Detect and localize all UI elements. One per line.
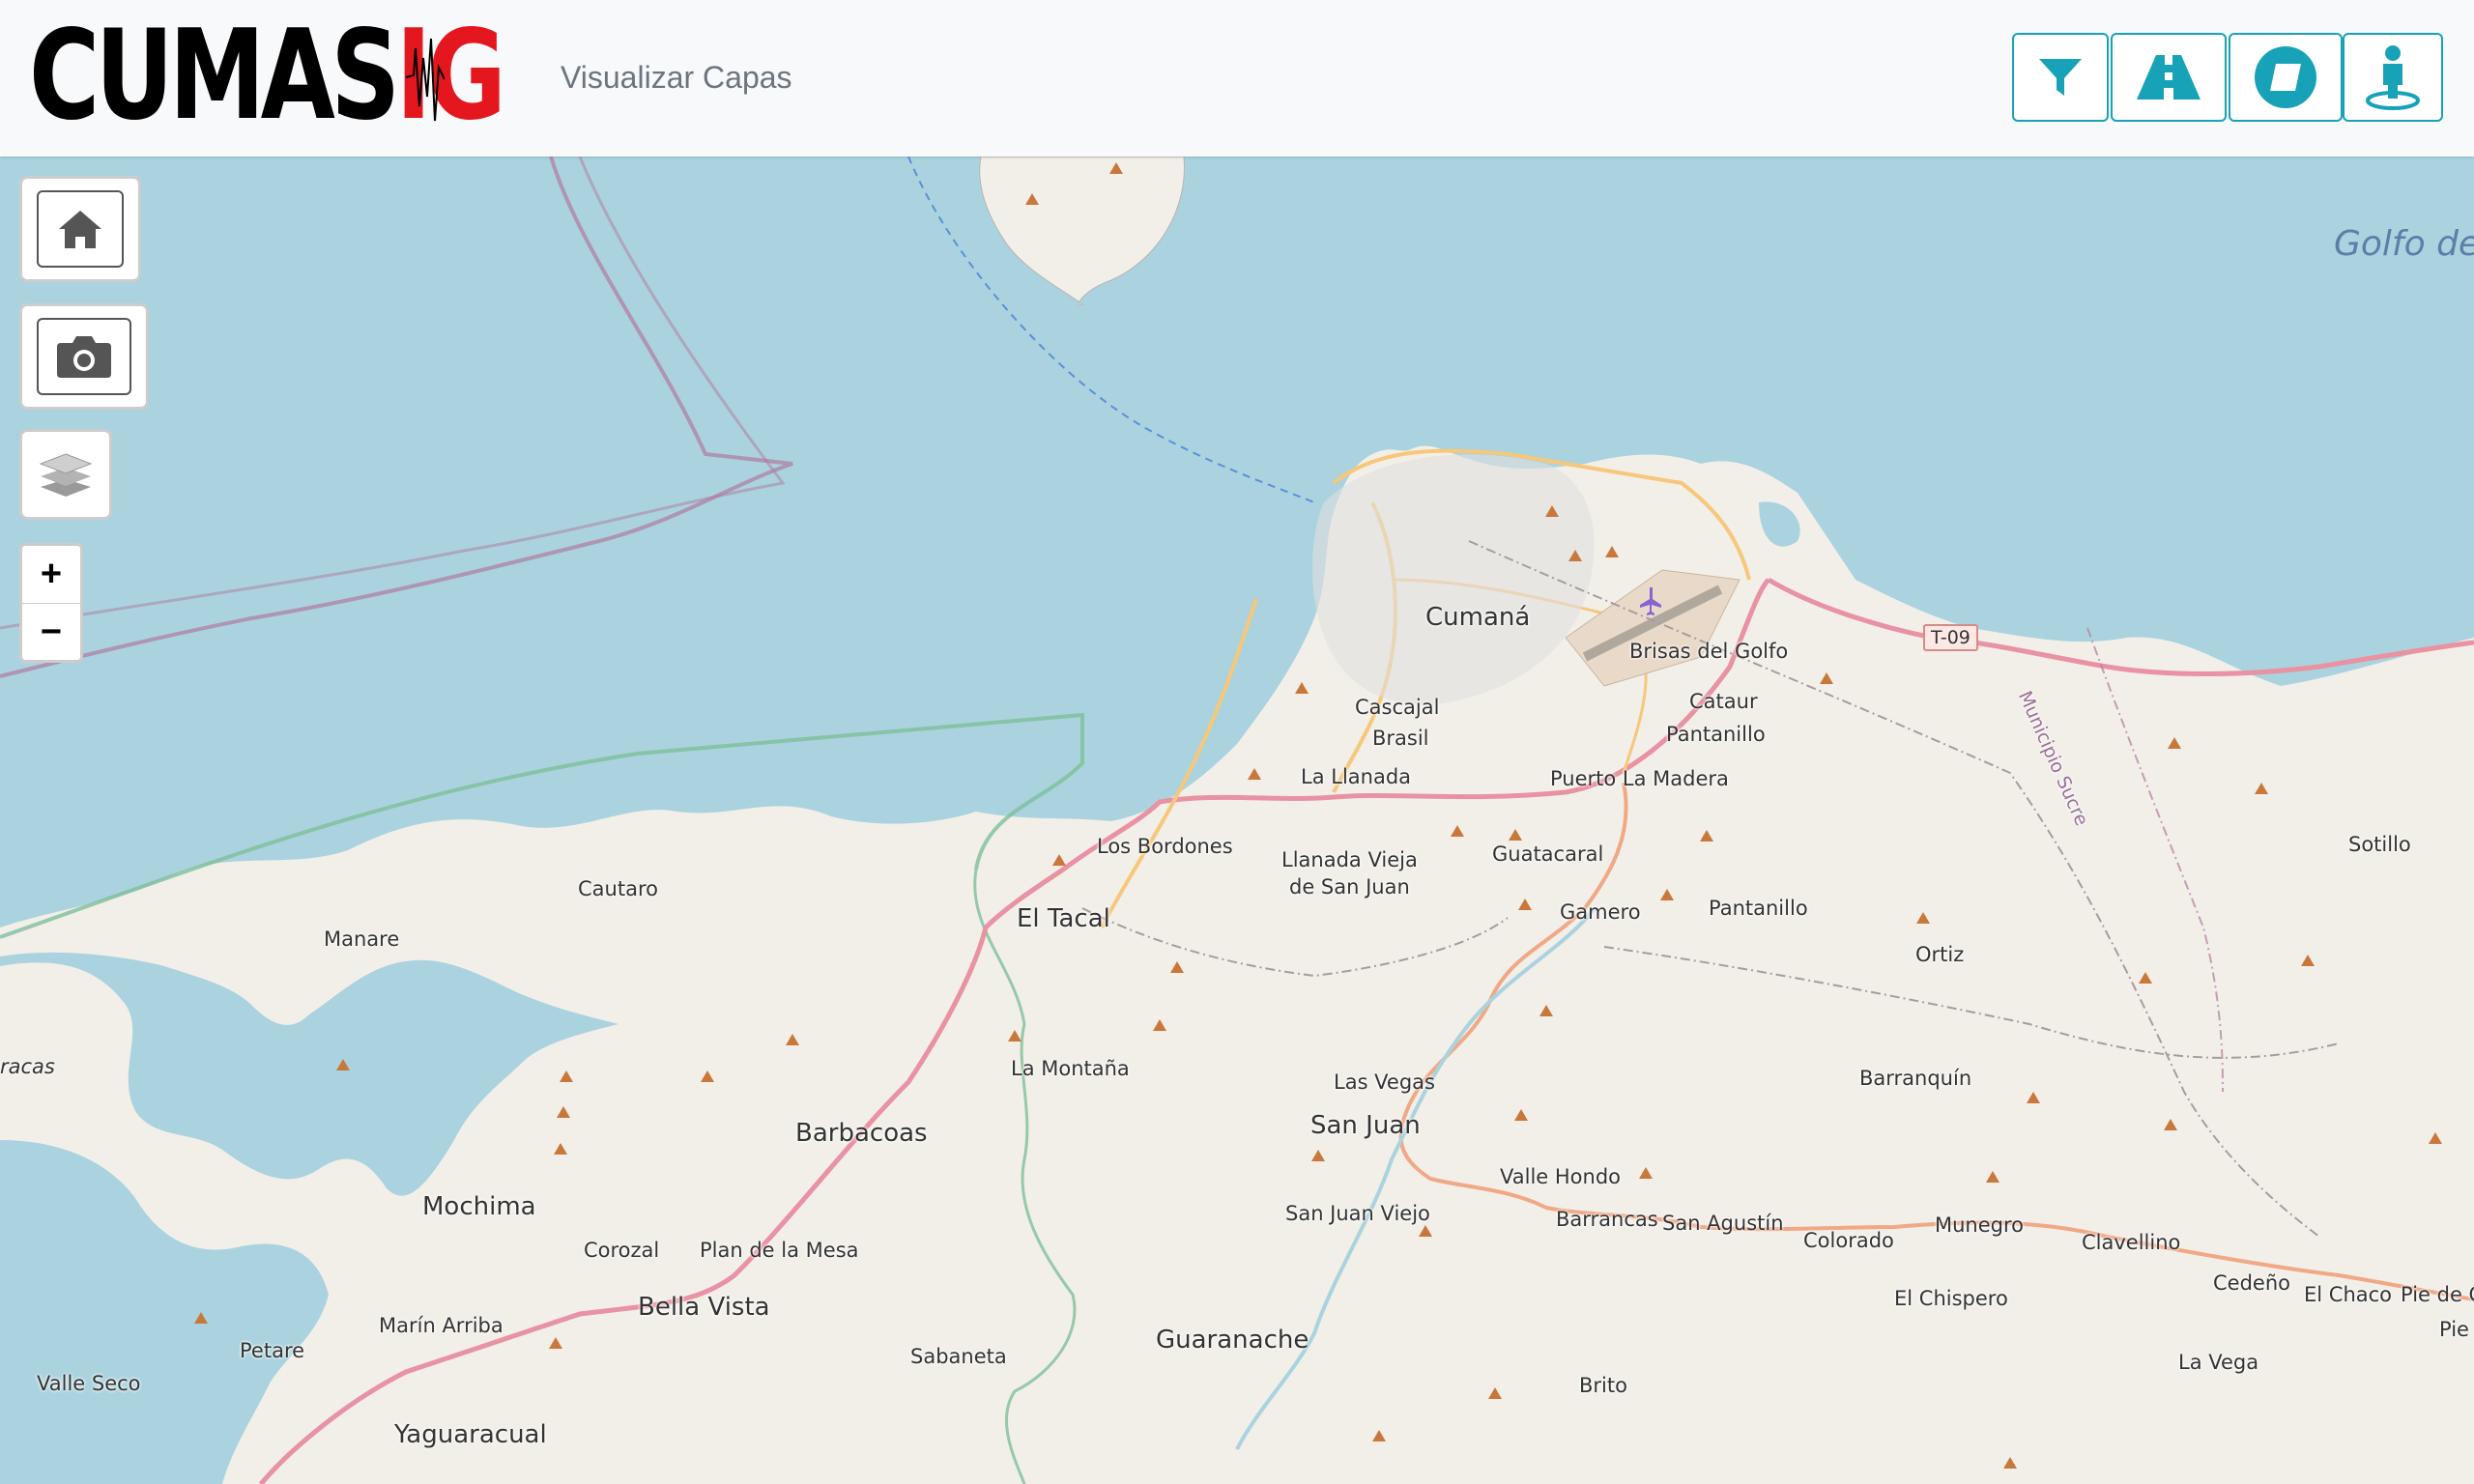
place-petare: Petare — [240, 1339, 305, 1362]
place-cautaro: Cautaro — [578, 877, 658, 900]
map-canvas[interactable] — [0, 157, 2474, 1484]
place-cedeno: Cedeño — [2213, 1271, 2290, 1295]
app-header: CUMAS IG Visualizar Capas — [0, 0, 2474, 157]
place-cataur: Cataur — [1689, 690, 1758, 713]
place-mochima: Mochima — [422, 1192, 536, 1221]
place-munegro: Munegro — [1935, 1213, 2025, 1237]
zoom-in-button[interactable]: + — [22, 546, 80, 604]
place-bella-vista: Bella Vista — [638, 1293, 770, 1322]
place-llanada-vieja-1: Llanada Vieja — [1281, 848, 1418, 871]
filter-icon — [2039, 59, 2082, 96]
place-ortiz: Ortiz — [1915, 943, 1965, 966]
sea-label: Golfo de — [2334, 224, 2474, 264]
zoom-control[interactable]: + − — [19, 543, 83, 663]
place-guaranache: Guaranache — [1156, 1326, 1309, 1355]
place-pantanillo-n: Pantanillo — [1666, 723, 1766, 746]
road-icon — [2137, 55, 2201, 100]
screenshot-button[interactable] — [37, 318, 131, 395]
place-pie-de-c: Pie de C — [2401, 1283, 2474, 1306]
place-cumana: Cumaná — [1425, 603, 1531, 632]
place-montana: La Montaña — [1011, 1057, 1130, 1080]
map-view[interactable]: Golfo de T-09 Municipio Sucre Cumaná Bri… — [0, 157, 2474, 1484]
place-bordones: Los Bordones — [1097, 835, 1233, 858]
place-colorado: Colorado — [1803, 1229, 1894, 1252]
seismograph-icon — [406, 38, 445, 122]
place-yaguaracual: Yaguaracual — [394, 1420, 547, 1449]
place-tacal: El Tacal — [1017, 904, 1110, 933]
place-las-vegas: Las Vegas — [1334, 1070, 1435, 1094]
place-chispero: El Chispero — [1894, 1287, 2008, 1310]
place-guatacaral: Guatacaral — [1492, 842, 1604, 866]
place-san-juan-viejo: San Juan Viejo — [1285, 1202, 1430, 1225]
route-shield: T-09 — [1923, 624, 1978, 651]
place-barbacoas: Barbacoas — [795, 1119, 928, 1148]
eraser-button[interactable] — [2229, 33, 2343, 122]
place-llanada: La Llanada — [1301, 765, 1412, 788]
place-san-agustin: San Agustín — [1662, 1212, 1784, 1235]
place-brisas: Brisas del Golfo — [1629, 640, 1789, 663]
eraser-icon — [2255, 46, 2316, 108]
home-control[interactable] — [19, 176, 141, 282]
place-clavellino: Clavellino — [2082, 1231, 2181, 1254]
place-cascajal: Cascajal — [1355, 696, 1440, 719]
camera-icon — [57, 336, 111, 378]
place-valle-hondo: Valle Hondo — [1500, 1165, 1621, 1188]
place-barranquin: Barranquín — [1859, 1067, 1972, 1090]
layers-control[interactable] — [19, 429, 112, 520]
place-san-juan: San Juan — [1310, 1111, 1421, 1140]
street-view-icon — [2366, 45, 2420, 110]
place-brito: Brito — [1579, 1374, 1627, 1397]
page-subtitle: Visualizar Capas — [561, 60, 792, 95]
place-el-chaco: El Chaco — [2304, 1283, 2393, 1306]
place-pie-de: Pie d — [2439, 1318, 2474, 1341]
filter-button[interactable] — [2012, 33, 2109, 122]
place-barrancas: Barrancas — [1556, 1208, 1658, 1231]
place-racas: racas — [0, 1055, 55, 1078]
street-view-button[interactable] — [2343, 33, 2443, 122]
layers-icon — [39, 453, 93, 497]
screenshot-control[interactable] — [19, 303, 149, 410]
place-sabaneta: Sabaneta — [910, 1345, 1007, 1368]
place-corozal: Corozal — [584, 1239, 660, 1262]
place-brasil: Brasil — [1372, 727, 1429, 750]
road-button[interactable] — [2111, 33, 2227, 122]
place-gamero: Gamero — [1560, 900, 1641, 924]
place-plan-mesa: Plan de la Mesa — [700, 1239, 859, 1262]
place-pantanillo-s: Pantanillo — [1709, 897, 1808, 920]
place-valle-seco: Valle Seco — [37, 1372, 141, 1395]
home-icon — [59, 211, 101, 248]
zoom-out-button[interactable]: − — [22, 604, 80, 661]
place-la-vega: La Vega — [2178, 1351, 2259, 1374]
home-button[interactable] — [37, 190, 124, 268]
place-marin-arriba: Marín Arriba — [379, 1314, 503, 1337]
place-puerto-madera: Puerto La Madera — [1550, 767, 1729, 790]
place-sotillo: Sotillo — [2348, 833, 2411, 856]
place-manare: Manare — [324, 928, 400, 951]
place-llanada-vieja-2: de San Juan — [1289, 875, 1410, 899]
